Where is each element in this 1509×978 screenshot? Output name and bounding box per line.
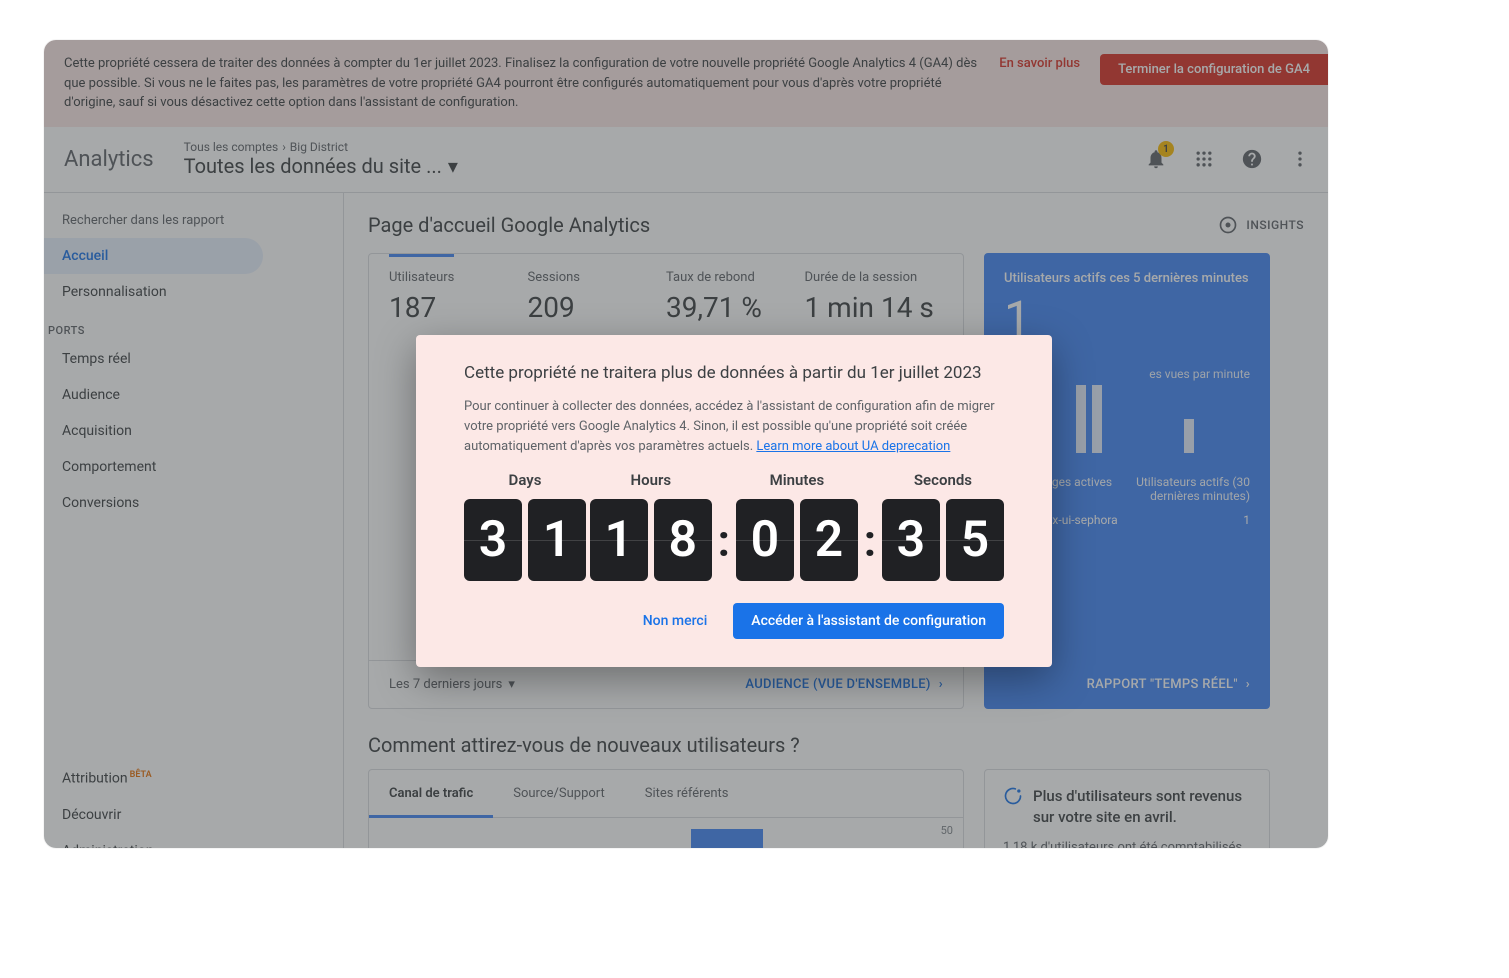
countdown-minutes-label: Minutes [736,471,858,489]
countdown-hours-label: Hours [590,471,712,489]
modal-body: Pour continuer à collecter des données, … [464,397,1004,457]
countdown-separator: : [718,485,730,567]
modal-decline-button[interactable]: Non merci [635,603,716,639]
ua-deprecation-modal: Cette propriété ne traitera plus de donn… [416,335,1052,667]
countdown-digit: 0 [736,499,794,581]
countdown-digit: 8 [654,499,712,581]
countdown-digit: 3 [464,499,522,581]
countdown-digit: 5 [946,499,1004,581]
countdown-separator: : [864,485,876,567]
countdown-days-label: Days [464,471,586,489]
countdown-digit: 3 [882,499,940,581]
modal-title: Cette propriété ne traitera plus de donn… [464,363,1004,383]
countdown-digit: 1 [590,499,648,581]
countdown-digit: 2 [800,499,858,581]
countdown-seconds-label: Seconds [882,471,1004,489]
modal-accept-button[interactable]: Accéder à l'assistant de configuration [733,603,1004,639]
countdown: Days 3 1 Hours 1 8 : Minutes 0 2 [464,471,1004,581]
modal-learn-more-link[interactable]: Learn more about UA deprecation [756,439,950,454]
countdown-digit: 1 [528,499,586,581]
